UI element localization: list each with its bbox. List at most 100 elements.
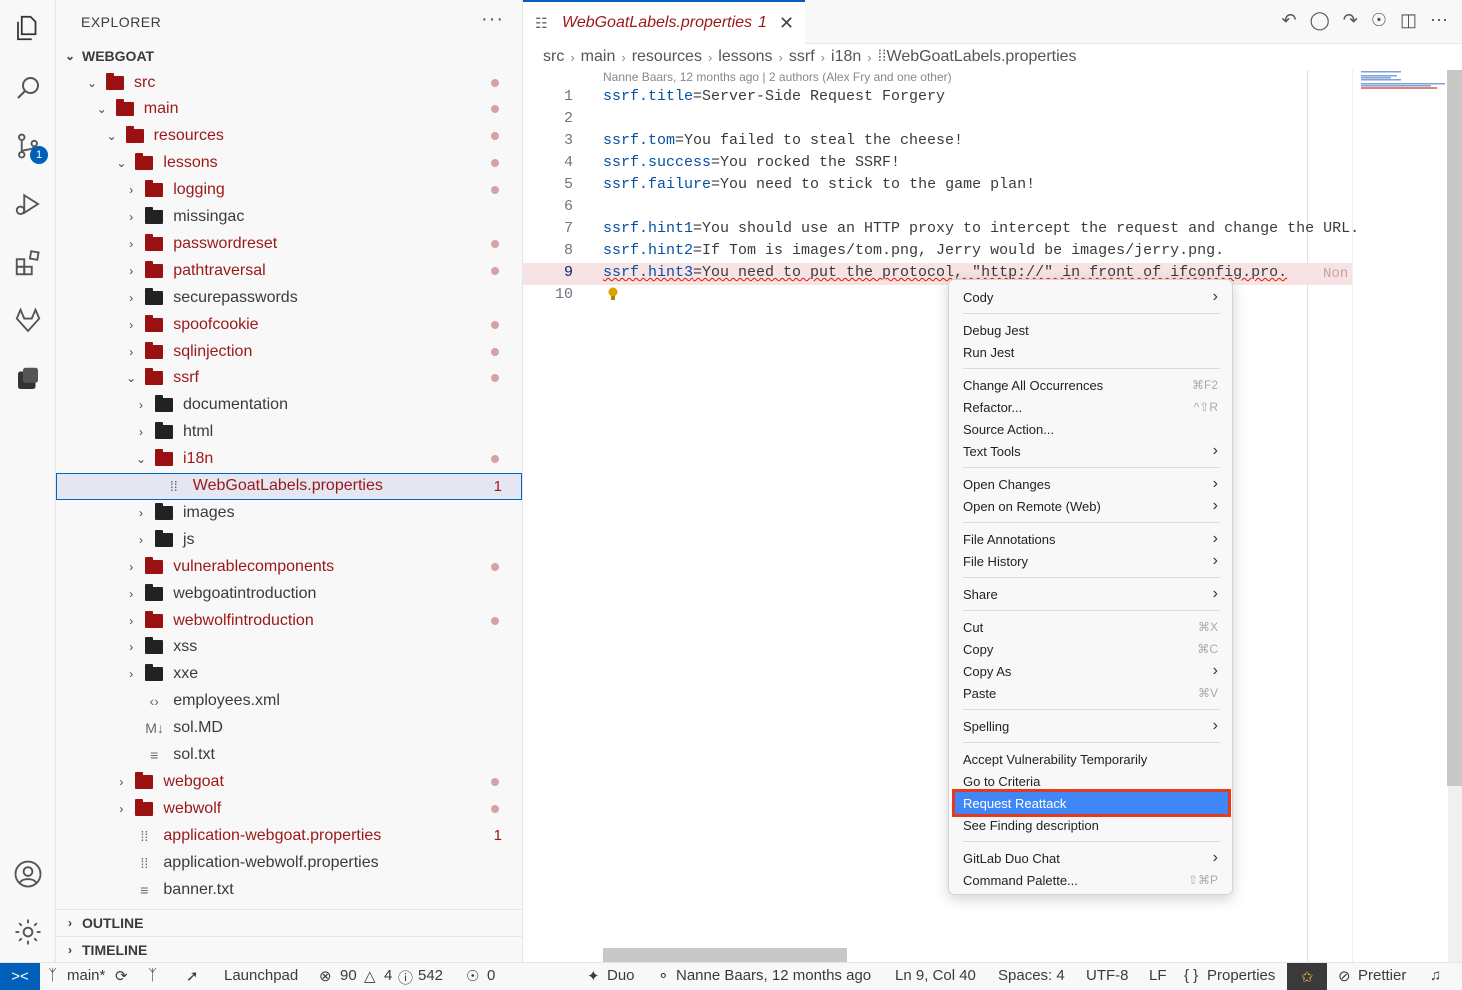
horizontal-scrollbar[interactable] [603, 948, 847, 962]
menu-item-see-finding-description[interactable]: See Finding description [955, 814, 1228, 836]
code-line[interactable]: ssrf.title=Server-Side Request Forgery [603, 88, 945, 105]
gitlens-icon[interactable]: ☉ [1371, 10, 1387, 31]
folder-item[interactable]: ⌄ src [56, 69, 522, 96]
breadcrumb-item[interactable]: ssrf [789, 48, 815, 66]
menu-item-file-history[interactable]: File History › [955, 550, 1228, 572]
breadcrumb-item[interactable]: WebGoatLabels.properties [887, 48, 1077, 66]
menu-item-change-all-occurrences[interactable]: Change All Occurrences ⌘F2 [955, 374, 1228, 396]
folder-item[interactable]: › sqlinjection [56, 338, 522, 365]
menu-item-cody[interactable]: Cody › [955, 286, 1228, 308]
file-item[interactable]: ≡ sol.txt [56, 742, 522, 769]
language-mode[interactable]: Properties [1207, 967, 1275, 984]
cursor-position[interactable]: Ln 9, Col 40 [895, 967, 976, 984]
menu-item-file-annotations[interactable]: File Annotations › [955, 528, 1228, 550]
folder-item[interactable]: › spoofcookie [56, 311, 522, 338]
folder-item[interactable]: › html [56, 419, 522, 446]
folder-item[interactable]: › securepasswords [56, 284, 522, 311]
file-item[interactable]: ⁞⁞ WebGoatLabels.properties 1 [56, 472, 522, 500]
blame-codelens[interactable]: Nanne Baars, 12 months ago | 2 authors (… [603, 70, 952, 84]
more-actions-icon[interactable]: ··· [481, 8, 504, 31]
branch-label[interactable]: main* [67, 967, 105, 984]
menu-item-accept-vulnerability-temporarily[interactable]: Accept Vulnerability Temporarily [955, 748, 1228, 770]
folder-item[interactable]: › xxe [56, 661, 522, 688]
menu-item-open-changes[interactable]: Open Changes › [955, 473, 1228, 495]
close-icon[interactable]: ✕ [779, 13, 794, 34]
sync-icon[interactable]: ⟳ [115, 967, 128, 985]
lightbulb-icon[interactable] [607, 287, 619, 301]
menu-item-command-palette[interactable]: Command Palette... ⇧⌘P [955, 869, 1228, 891]
go-forward-icon[interactable]: ↷ [1343, 10, 1358, 31]
split-editor-icon[interactable]: ◫ [1400, 10, 1417, 31]
menu-item-spelling[interactable]: Spelling › [955, 715, 1228, 737]
menu-item-request-reattack[interactable]: Request Reattack [952, 789, 1231, 817]
settings-gear-icon[interactable] [10, 914, 46, 950]
folder-item[interactable]: › js [56, 526, 522, 553]
folder-item[interactable]: › missingac [56, 204, 522, 231]
folder-item[interactable]: ⌄ lessons [56, 150, 522, 177]
folder-item[interactable]: › webgoatintroduction [56, 580, 522, 607]
menu-item-source-action[interactable]: Source Action... [955, 418, 1228, 440]
folder-item[interactable]: › pathtraversal [56, 257, 522, 284]
menu-item-cut[interactable]: Cut ⌘X [955, 616, 1228, 638]
folder-item[interactable]: › webgoat [56, 768, 522, 795]
breadcrumb-item[interactable]: src [543, 48, 564, 66]
folder-item[interactable]: ⌄ ssrf [56, 365, 522, 392]
ports-count[interactable]: 0 [487, 967, 495, 984]
blame-status[interactable]: Nanne Baars, 12 months ago [676, 967, 871, 984]
folder-item[interactable]: › webwolfintroduction [56, 607, 522, 634]
folder-item[interactable]: ⌄ i18n [56, 446, 522, 473]
run-debug-icon[interactable] [10, 186, 46, 222]
source-control-icon[interactable]: 1 [10, 128, 48, 164]
notifications-bell-icon[interactable]: ♫ [1430, 967, 1441, 984]
extensions-icon[interactable] [10, 245, 46, 281]
file-item[interactable]: ⁞⁞ application-webwolf.properties [56, 849, 522, 876]
error-count[interactable]: 90 [340, 967, 357, 984]
launchpad-label[interactable]: Launchpad [224, 967, 298, 984]
duo-label[interactable]: Duo [607, 967, 635, 984]
breadcrumb-item[interactable]: resources [632, 48, 702, 66]
encoding[interactable]: UTF-8 [1086, 967, 1129, 984]
workspace-root-header[interactable]: ⌄ WEBGOAT [56, 43, 522, 69]
explorer-icon[interactable] [10, 10, 46, 46]
code-line[interactable]: ssrf.hint1=You should use an HTTP proxy … [603, 220, 1359, 237]
git-graph-icon[interactable]: ᛉ [148, 967, 157, 984]
breadcrumb-item[interactable]: lessons [718, 48, 772, 66]
breadcrumb-item[interactable]: i18n [831, 48, 861, 66]
vertical-scrollbar[interactable] [1447, 70, 1462, 786]
folder-item[interactable]: › xss [56, 634, 522, 661]
remote-indicator[interactable]: >< [0, 963, 40, 990]
prettier-label[interactable]: Prettier [1358, 967, 1406, 984]
minimap[interactable] [1352, 70, 1448, 962]
menu-item-paste[interactable]: Paste ⌘V [955, 682, 1228, 704]
menu-item-refactor[interactable]: Refactor... ^⇧R [955, 396, 1228, 418]
folder-item[interactable]: ⌄ resources [56, 123, 522, 150]
menu-item-debug-jest[interactable]: Debug Jest [955, 319, 1228, 341]
menu-item-share[interactable]: Share › [955, 583, 1228, 605]
info-count[interactable]: 542 [418, 967, 443, 984]
tab-webgoatlabels[interactable]: ☷ WebGoatLabels.properties 1 ✕ [523, 0, 805, 44]
menu-item-go-to-criteria[interactable]: Go to Criteria [955, 770, 1228, 792]
menu-item-text-tools[interactable]: Text Tools › [955, 440, 1228, 462]
menu-item-run-jest[interactable]: Run Jest [955, 341, 1228, 363]
folder-item[interactable]: ⌄ main [56, 96, 522, 123]
code-line[interactable]: ssrf.hint2=If Tom is images/tom.png, Jer… [603, 242, 1224, 259]
breadcrumb-item[interactable]: main [581, 48, 616, 66]
menu-item-open-on-remote-web[interactable]: Open on Remote (Web) › [955, 495, 1228, 517]
code-line[interactable]: ssrf.tom=You failed to steal the cheese! [603, 132, 963, 149]
cody-status-icon[interactable]: ✩ [1287, 963, 1327, 990]
file-item[interactable]: ‹› employees.xml [56, 688, 522, 715]
file-item[interactable]: M↓ sol.MD [56, 715, 522, 742]
indentation[interactable]: Spaces: 4 [998, 967, 1065, 984]
file-item[interactable]: ⁞⁞ application-webgoat.properties 1 [56, 822, 522, 849]
menu-item-gitlab-duo-chat[interactable]: GitLab Duo Chat › [955, 847, 1228, 869]
folder-item[interactable]: › images [56, 499, 522, 526]
search-icon[interactable] [10, 70, 46, 106]
go-back-icon[interactable]: ↶ [1282, 10, 1297, 31]
commit-icon[interactable]: ◯ [1310, 10, 1330, 31]
line-ending[interactable]: LF [1149, 967, 1167, 984]
account-icon[interactable] [10, 856, 46, 892]
timeline-section-header[interactable]: › TIMELINE [56, 936, 522, 962]
cody-icon[interactable] [10, 361, 46, 397]
code-line[interactable]: ssrf.failure=You need to stick to the ga… [603, 176, 1035, 193]
folder-item[interactable]: › webwolf [56, 795, 522, 822]
